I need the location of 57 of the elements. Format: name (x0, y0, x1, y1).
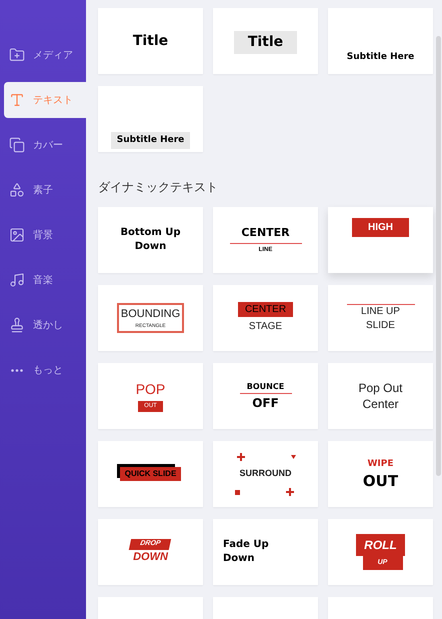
card-text: Pop Out Center (357, 380, 404, 412)
text-style-card[interactable]: Subtitle Here (328, 8, 433, 74)
plus-icon (237, 453, 245, 461)
text-style-card[interactable]: Pop Out Center (328, 363, 433, 429)
text-style-card[interactable]: LINE UP SLIDE (328, 285, 433, 351)
text-style-card[interactable]: HIGH (328, 207, 433, 273)
text-style-card[interactable]: WIPE OUT (328, 441, 433, 507)
sidebar-item[interactable]: 素子 (4, 172, 86, 208)
section-heading: ダイナミックテキスト (98, 179, 219, 196)
card-title: CENTER (238, 302, 294, 317)
sidebar-item[interactable]: カバー (4, 127, 86, 163)
copy-icon (9, 137, 25, 153)
card-title: QUICK SLIDE (120, 467, 182, 481)
stamp-icon (9, 317, 25, 333)
card-title: SURROUND (239, 467, 292, 480)
sidebar-item[interactable]: 音楽 (4, 262, 86, 298)
card-subtitle: Subtitle Here (346, 50, 414, 64)
card-title: POP (136, 380, 166, 396)
sidebar-item[interactable]: 透かし (4, 307, 86, 343)
scrollbar[interactable] (436, 36, 441, 476)
text-style-card[interactable]: Bottom Up Down (98, 207, 203, 273)
card-title: OFF (252, 394, 279, 412)
text-style-card[interactable]: QUICK SLIDE (98, 441, 203, 507)
card-title: ROLL (356, 534, 405, 556)
text-icon (9, 92, 25, 108)
triangle-icon (291, 455, 296, 459)
card-title: BOUNDING (120, 307, 180, 322)
text-style-card[interactable]: Title (213, 8, 318, 74)
shapes-icon (9, 182, 25, 198)
card-title: HIGH (352, 218, 409, 237)
card-subtitle: WIPE (367, 458, 394, 472)
card-text: Bottom Up Down (119, 226, 182, 254)
sidebar-item[interactable]: メディア (4, 37, 86, 73)
sidebar-item[interactable]: 背景 (4, 217, 86, 253)
card-title: CENTER (241, 224, 290, 241)
text-style-card[interactable]: BOUNCE OFF (213, 363, 318, 429)
square-icon (235, 490, 240, 495)
card-subtitle: BOUNCE (246, 380, 284, 392)
text-style-card[interactable]: Subtitle Here (98, 86, 203, 152)
sidebar-item[interactable]: もっと (4, 352, 86, 388)
text-style-card[interactable]: Fade Up Down (213, 519, 318, 585)
card-title: Title (234, 31, 298, 54)
folder-plus-icon (9, 47, 25, 63)
more-icon (11, 368, 23, 372)
card-text: LINE UP SLIDE (360, 304, 401, 332)
card-title: Title (132, 32, 168, 50)
card-text: Fade Up Down (223, 538, 270, 566)
plus-icon (286, 488, 294, 496)
text-style-card[interactable]: Title (98, 8, 203, 74)
card-title: OUT (362, 472, 398, 490)
card-subtitle: STAGE (248, 320, 282, 334)
text-style-card[interactable]: CENTER STAGE (213, 285, 318, 351)
text-style-card[interactable]: SURROUND (213, 441, 318, 507)
card-title: DOWN (133, 550, 168, 565)
image-icon (9, 227, 25, 243)
card-subtitle: Subtitle Here (110, 132, 190, 149)
music-icon (9, 272, 25, 288)
